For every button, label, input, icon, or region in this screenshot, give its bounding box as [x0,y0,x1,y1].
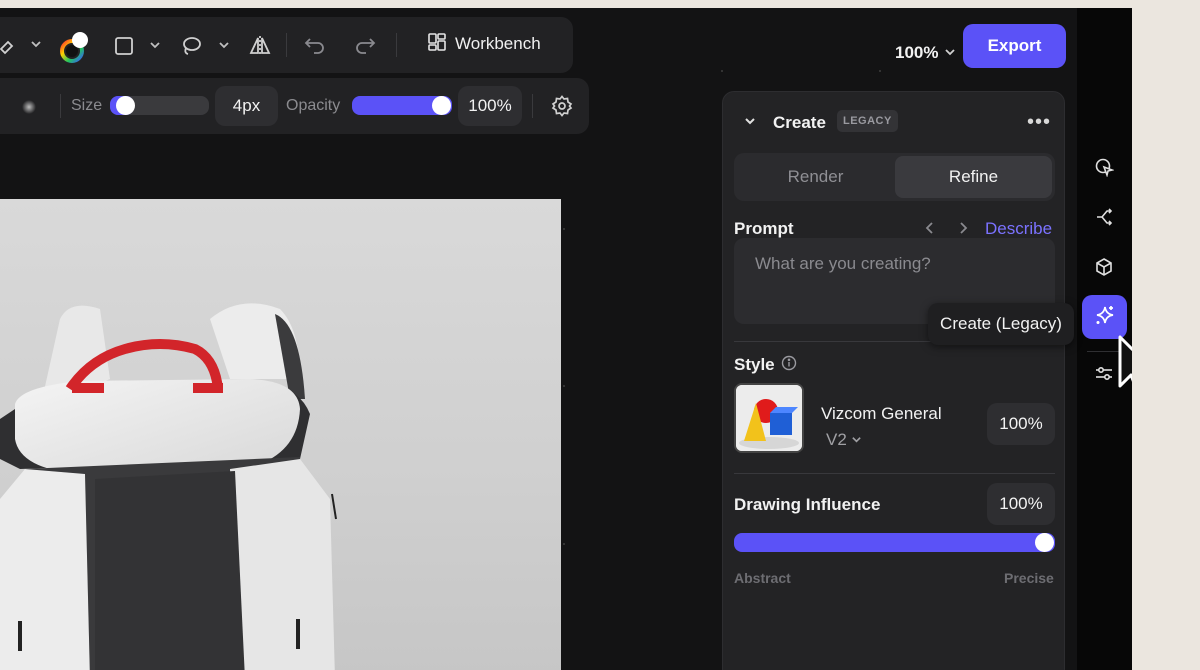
size-value[interactable]: 4px [215,86,278,126]
backpack-image [0,303,337,670]
size-label: Size [71,97,103,114]
mode-tabs: Render Refine [734,153,1055,201]
opacity-value[interactable]: 100% [458,86,522,126]
tooltip: Create (Legacy) [928,303,1074,345]
opacity-slider-knob[interactable] [432,96,451,115]
rectangle-select-icon[interactable] [114,36,134,56]
brush-softness-icon[interactable] [22,100,36,114]
tab-render[interactable]: Render [737,156,894,198]
color-picker-icon[interactable] [58,31,90,65]
drawing-influence-label: Drawing Influence [734,495,881,514]
brush-toolbar: Size 4px Opacity 100% [0,78,589,134]
style-thumbnail[interactable] [734,383,804,453]
info-icon[interactable] [781,355,797,371]
app-window: Workbench Size 4px Opacity 100% 100% Exp… [0,8,1132,670]
create-legacy-button[interactable] [1082,295,1127,339]
size-slider-knob[interactable] [116,96,135,115]
redo-icon[interactable] [354,36,376,54]
style-version-dropdown[interactable]: V2 [826,430,862,450]
adjustments-icon[interactable] [1092,361,1116,385]
more-options-icon[interactable]: ••• [1027,111,1051,134]
chevron-left-icon[interactable] [925,221,935,235]
style-name: Vizcom General [821,404,942,423]
divider [734,473,1055,474]
legacy-badge: LEGACY [837,110,898,132]
create-panel: Create LEGACY ••• Render Refine Prompt D… [722,91,1065,670]
export-button[interactable]: Export [963,24,1066,68]
chevron-down-icon[interactable] [30,38,42,50]
lasso-icon[interactable] [180,35,202,57]
workbench-label: Workbench [455,34,541,53]
tab-refine[interactable]: Refine [895,156,1052,198]
sparkle-icon [1094,304,1116,331]
drawing-influence-slider[interactable] [734,533,1055,552]
eraser-icon[interactable] [0,37,16,55]
chevron-down-icon[interactable] [218,39,230,51]
chevron-right-icon[interactable] [958,221,968,235]
canvas-image[interactable] [0,199,561,670]
zoom-dropdown[interactable]: 100% [895,43,956,63]
describe-link[interactable]: Describe [985,219,1052,239]
chevron-down-icon[interactable] [149,39,161,51]
undo-icon[interactable] [304,36,326,54]
mouse-cursor-icon [1118,335,1132,388]
chevron-down-icon [851,430,862,450]
style-version: V2 [826,430,847,449]
3d-box-icon[interactable] [1092,255,1116,279]
style-label: Style [734,355,775,374]
abstract-label: Abstract [734,570,791,586]
zoom-level: 100% [895,43,939,62]
flip-icon[interactable] [249,35,271,57]
chevron-down-icon [944,43,956,63]
branch-icon[interactable] [1092,205,1116,229]
prompt-label: Prompt [734,219,794,238]
style-strength[interactable]: 100% [987,403,1055,445]
workbench-icon [427,32,447,57]
precise-label: Precise [1004,570,1054,586]
opacity-label: Opacity [286,97,341,114]
drawing-influence-value[interactable]: 100% [987,483,1055,525]
settings-gear-icon[interactable] [551,95,573,117]
drawing-influence-knob[interactable] [1035,533,1054,552]
workbench-button[interactable]: Workbench [427,32,541,56]
cursor-select-icon[interactable] [1092,155,1116,179]
chevron-down-icon[interactable] [744,115,756,127]
panel-title: Create [773,113,826,132]
